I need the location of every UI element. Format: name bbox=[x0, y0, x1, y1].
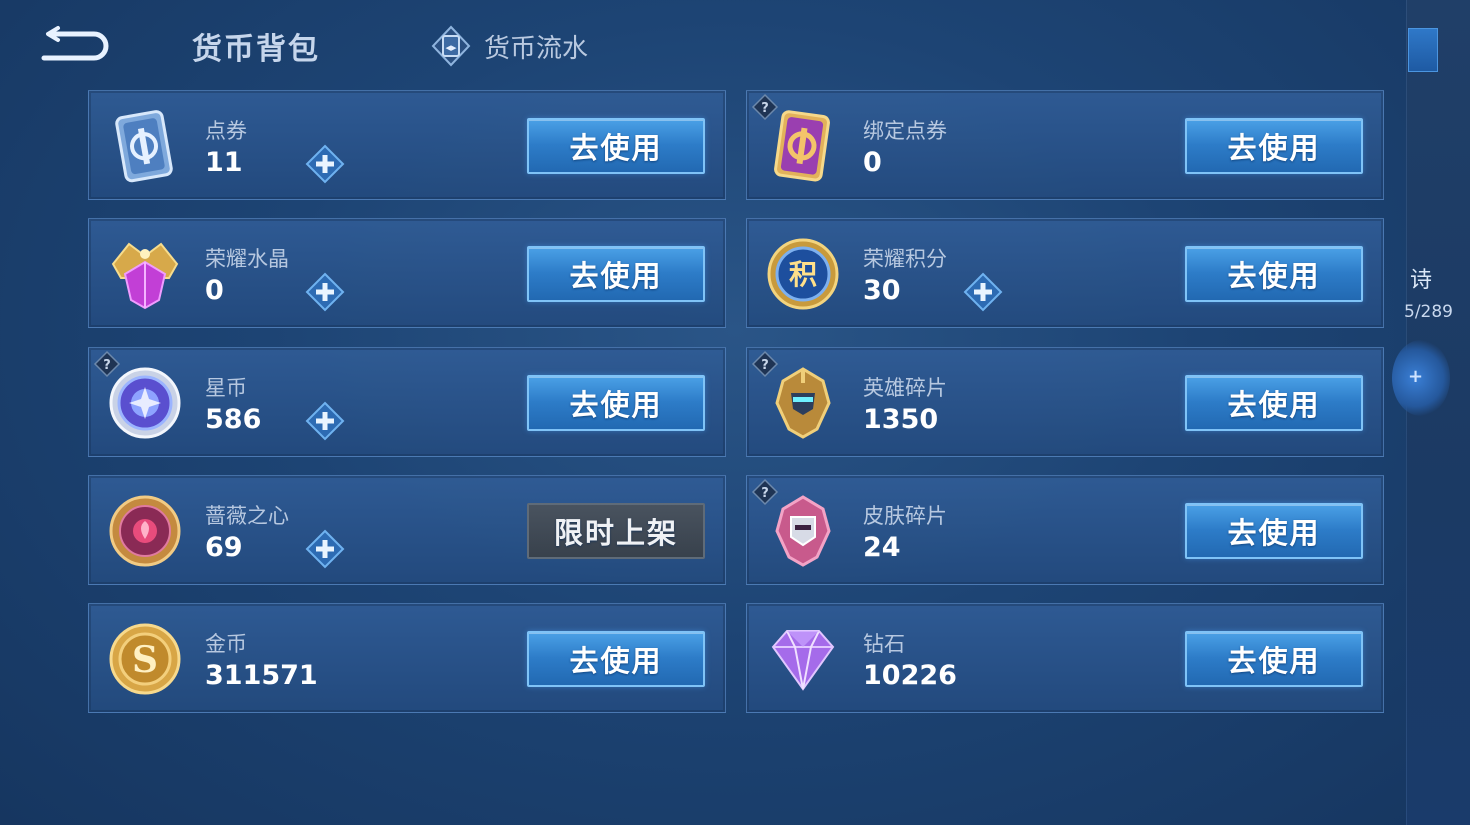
currency-amount: 10226 bbox=[863, 660, 957, 691]
currency-card: ? 皮肤碎片 24 去使用 bbox=[746, 475, 1384, 585]
currency-card: 积 荣耀积分 30 去使用 bbox=[746, 218, 1384, 328]
currency-card: ? 星币 586 去使用 bbox=[88, 347, 726, 457]
currency-amount: 11 bbox=[205, 147, 243, 178]
add-currency-button[interactable] bbox=[305, 272, 345, 312]
currency-name: 荣耀积分 bbox=[863, 247, 947, 271]
hero-fragment-icon bbox=[763, 363, 843, 443]
currency-amount: 311571 bbox=[205, 660, 318, 691]
skin-fragment-icon bbox=[763, 491, 843, 571]
currency-amount: 0 bbox=[205, 275, 224, 306]
currency-name: 点券 bbox=[205, 119, 247, 143]
currency-name: 钻石 bbox=[863, 632, 905, 656]
add-currency-button[interactable] bbox=[305, 144, 345, 184]
star-coin-icon bbox=[105, 363, 185, 443]
use-button[interactable]: 去使用 bbox=[1185, 631, 1363, 687]
currency-name: 皮肤碎片 bbox=[863, 504, 947, 528]
rose-heart-icon bbox=[105, 491, 185, 571]
use-button[interactable]: 去使用 bbox=[1185, 246, 1363, 302]
currency-name: 蔷薇之心 bbox=[205, 504, 289, 528]
currency-card: ? 英雄碎片 1350 去使用 bbox=[746, 347, 1384, 457]
add-currency-button[interactable] bbox=[305, 401, 345, 441]
side-panel-tab[interactable] bbox=[1408, 28, 1438, 72]
glory-crystal-icon bbox=[105, 234, 185, 314]
use-button[interactable]: 去使用 bbox=[1185, 503, 1363, 559]
currency-card: 荣耀水晶 0 去使用 bbox=[88, 218, 726, 328]
currency-card: 钻石 10226 去使用 bbox=[746, 603, 1384, 713]
currency-backpack-screen: 诗 5/289 + 货币背包 ◂▸ 货币流水 点券 11 去使用? 绑定点券 0 去使用荣… bbox=[0, 0, 1470, 825]
currency-card: ? 绑定点券 0 去使用 bbox=[746, 90, 1384, 200]
currency-amount: 1350 bbox=[863, 404, 939, 435]
currency-flow-icon: ◂▸ bbox=[431, 25, 471, 67]
currency-flow-label: 货币流水 bbox=[484, 33, 589, 64]
currency-name: 金币 bbox=[205, 632, 247, 656]
currency-flow-tab[interactable]: ◂▸ 货币流水 bbox=[430, 25, 589, 67]
svg-text:◂▸: ◂▸ bbox=[445, 41, 457, 54]
currency-amount: 0 bbox=[863, 147, 882, 178]
back-arrow-icon bbox=[41, 26, 109, 61]
glory-points-icon: 积 bbox=[763, 234, 843, 314]
currency-card: 蔷薇之心 69 限时上架 bbox=[88, 475, 726, 585]
gold-coin-icon: S bbox=[105, 619, 185, 699]
currency-name: 绑定点券 bbox=[863, 119, 947, 143]
svg-text:积: 积 bbox=[789, 258, 817, 291]
side-panel-text: 诗 bbox=[1410, 268, 1433, 293]
currency-name: 星币 bbox=[205, 376, 247, 400]
currency-card: 点券 11 去使用 bbox=[88, 90, 726, 200]
svg-text:S: S bbox=[132, 639, 158, 681]
currency-name: 荣耀水晶 bbox=[205, 247, 289, 271]
currency-amount: 69 bbox=[205, 532, 243, 563]
use-button[interactable]: 去使用 bbox=[527, 118, 705, 174]
side-panel-count: 5/289 bbox=[1404, 302, 1453, 322]
page-title: 货币背包 bbox=[192, 32, 320, 67]
currency-amount: 30 bbox=[863, 275, 901, 306]
add-currency-button[interactable] bbox=[305, 529, 345, 569]
currency-amount: 24 bbox=[863, 532, 901, 563]
use-button[interactable]: 去使用 bbox=[527, 375, 705, 431]
limited-time-button[interactable]: 限时上架 bbox=[527, 503, 705, 559]
currency-name: 英雄碎片 bbox=[863, 376, 947, 400]
currency-amount: 586 bbox=[205, 404, 262, 435]
add-currency-button[interactable] bbox=[963, 272, 1003, 312]
use-button[interactable]: 去使用 bbox=[527, 246, 705, 302]
bound-coupon-card-icon bbox=[763, 106, 843, 186]
use-button[interactable]: 去使用 bbox=[1185, 118, 1363, 174]
use-button[interactable]: 去使用 bbox=[1185, 375, 1363, 431]
back-button[interactable] bbox=[36, 24, 112, 64]
side-panel-plus-icon: + bbox=[1408, 366, 1424, 387]
currency-card: S 金币 311571 去使用 bbox=[88, 603, 726, 713]
diamond-icon bbox=[763, 619, 843, 699]
use-button[interactable]: 去使用 bbox=[527, 631, 705, 687]
coupon-card-icon bbox=[105, 106, 185, 186]
